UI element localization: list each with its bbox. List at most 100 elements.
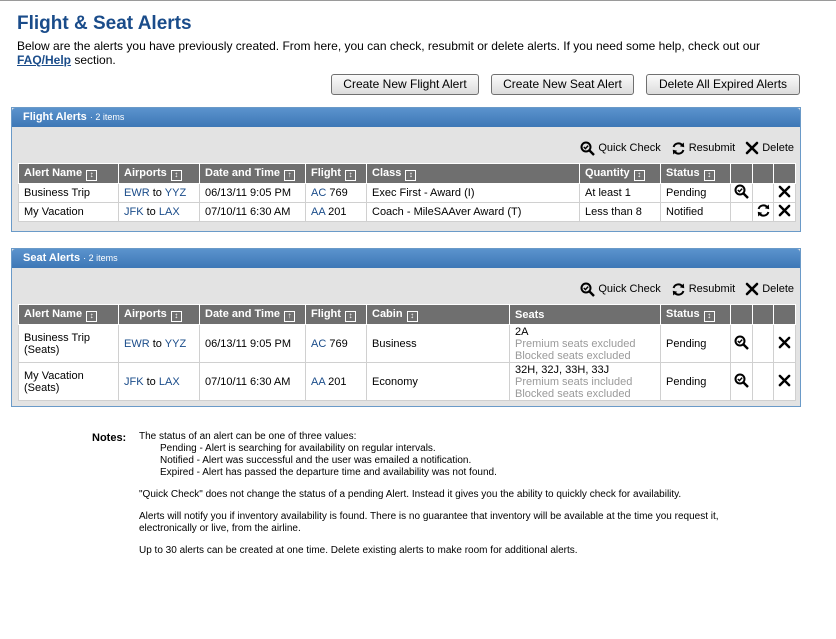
col-alert-name[interactable]: Alert Name ↕ — [18, 304, 119, 325]
seat-table-header: Alert Name ↕ Airports ↕ Date and Time ↑ Fli… — [18, 304, 796, 325]
blocked-note: Blocked seats excluded — [515, 387, 631, 400]
seats: 2A Premium seats excluded Blocked seats ex… — [509, 324, 661, 363]
sort-arrows-icon[interactable]: ↕ — [170, 169, 182, 181]
delete-expired-alerts-button[interactable]: Delete All Expired Alerts — [646, 74, 800, 95]
alert-name: Business Trip — [18, 183, 119, 203]
x-icon[interactable] — [778, 374, 791, 387]
flight-table-header: Alert Name ↕ Airports ↕ Date and Time ↑ Fli… — [18, 163, 796, 184]
alert-name: Business Trip (Seats) — [18, 324, 119, 363]
flight-alerts-header: Flight Alerts · 2 items — [12, 108, 800, 127]
airline-link[interactable]: AA — [311, 376, 325, 388]
sort-arrows-icon[interactable]: ↕ — [170, 310, 182, 322]
col-alert-name[interactable]: Alert Name ↕ — [18, 163, 119, 184]
sort-up-icon[interactable]: ↑ — [284, 310, 295, 322]
origin-link[interactable]: JFK — [124, 376, 144, 388]
col-flight[interactable]: Flight ↕ — [305, 304, 367, 325]
col-resubmit — [752, 163, 774, 184]
legend-delete: Delete — [745, 282, 794, 296]
intro-suffix: section. — [74, 53, 116, 67]
col-quantity[interactable]: Quantity ↕ — [579, 163, 661, 184]
sort-arrows-icon[interactable]: ↕ — [633, 169, 645, 181]
col-class[interactable]: Class ↕ — [366, 163, 580, 184]
col-status[interactable]: Status ↕ — [660, 163, 731, 184]
faq-help-link[interactable]: FAQ/Help — [17, 53, 71, 67]
destination-link[interactable]: LAX — [159, 206, 180, 218]
airline-link[interactable]: AC — [311, 187, 326, 199]
col-status[interactable]: Status ↕ — [660, 304, 731, 325]
top-divider — [0, 0, 836, 1]
col-date-time[interactable]: Date and Time ↑ — [199, 163, 306, 184]
status-explanation: The status of an alert can be one of thr… — [139, 431, 497, 478]
magnifier-check-icon[interactable] — [734, 184, 749, 199]
destination-link[interactable]: YYZ — [165, 338, 186, 350]
table-row: Business Trip (Seats) EWR to YYZ 06/13/11… — [18, 324, 796, 363]
cabin: Business — [366, 324, 510, 363]
col-quick-check — [730, 163, 753, 184]
quick-check-cell — [730, 362, 753, 401]
quick-check-cell — [730, 183, 753, 203]
seat-alerts-title: Seat Alerts — [23, 252, 81, 264]
x-icon[interactable] — [778, 204, 791, 217]
status: Pending — [660, 183, 731, 203]
intro-sentence: Below are the alerts you have previously… — [17, 39, 761, 53]
origin-link[interactable]: JFK — [124, 206, 144, 218]
seat-alerts-panel: Seat Alerts · 2 items Quick Check Resubm… — [11, 248, 801, 407]
sort-arrows-icon[interactable]: ↕ — [344, 310, 356, 322]
circular-arrows-icon[interactable] — [756, 203, 771, 218]
x-icon[interactable] — [778, 336, 791, 349]
delete-cell — [773, 202, 796, 222]
note-notified: Notified - Alert was successful and the … — [160, 455, 472, 466]
legend-delete-label: Delete — [762, 142, 794, 154]
sort-arrows-icon[interactable]: ↕ — [703, 169, 715, 181]
airports: JFK to LAX — [118, 362, 200, 401]
origin-link[interactable]: EWR — [124, 187, 150, 199]
magnifier-check-icon[interactable] — [734, 373, 749, 388]
resubmit-cell — [752, 362, 774, 401]
resubmit-cell — [752, 183, 774, 203]
magnifier-check-icon — [580, 282, 596, 297]
origin-link[interactable]: EWR — [124, 338, 150, 350]
status: Notified — [660, 202, 731, 222]
sort-arrows-icon[interactable]: ↕ — [86, 169, 98, 181]
seat-list: 2A — [515, 325, 529, 338]
flight-alerts-title: Flight Alerts — [23, 111, 87, 123]
col-date-time[interactable]: Date and Time ↑ — [199, 304, 306, 325]
sort-arrows-icon[interactable]: ↕ — [406, 310, 418, 322]
sort-arrows-icon[interactable]: ↕ — [86, 310, 98, 322]
airline-link[interactable]: AA — [311, 206, 325, 218]
create-flight-alert-button[interactable]: Create New Flight Alert — [331, 74, 479, 95]
notes-label: Notes: — [92, 432, 127, 444]
magnifier-check-icon[interactable] — [734, 335, 749, 350]
status: Pending — [660, 362, 731, 401]
sort-arrows-icon[interactable]: ↕ — [703, 310, 715, 322]
airline-link[interactable]: AC — [311, 338, 326, 350]
col-airports[interactable]: Airports ↕ — [118, 163, 200, 184]
x-icon — [745, 141, 759, 155]
table-row: My Vacation (Seats) JFK to LAX 07/10/11 6… — [18, 362, 796, 401]
col-airports[interactable]: Airports ↕ — [118, 304, 200, 325]
class: Coach - MileSAAver Award (T) — [366, 202, 580, 222]
note-quick-check: "Quick Check" does not change the status… — [139, 489, 682, 500]
x-icon[interactable] — [778, 185, 791, 198]
flight-alerts-count: · 2 items — [89, 112, 125, 122]
legend-resubmit-label: Resubmit — [688, 142, 736, 154]
quantity: Less than 8 — [579, 202, 661, 222]
legend-quick-check: Quick Check — [580, 141, 661, 156]
note-inventory: Alerts will notify you if inventory avai… — [139, 511, 719, 534]
col-flight[interactable]: Flight ↕ — [305, 163, 367, 184]
sort-up-icon[interactable]: ↑ — [284, 169, 295, 181]
col-cabin[interactable]: Cabin ↕ — [366, 304, 510, 325]
x-icon — [745, 282, 759, 296]
destination-link[interactable]: LAX — [159, 376, 180, 388]
legend-delete-label: Delete — [762, 283, 794, 295]
legend-resubmit: Resubmit — [671, 282, 735, 297]
resubmit-cell — [752, 202, 774, 222]
col-resubmit — [752, 304, 774, 325]
destination-link[interactable]: YYZ — [165, 187, 186, 199]
create-seat-alert-button[interactable]: Create New Seat Alert — [491, 74, 634, 95]
date-time: 06/13/11 9:05 PM — [199, 183, 306, 203]
seat-alerts-count: · 2 items — [83, 253, 118, 263]
sort-arrows-icon[interactable]: ↕ — [344, 169, 356, 181]
seat-alerts-table: Alert Name ↕ Airports ↕ Date and Time ↑ Fli… — [18, 304, 796, 401]
sort-arrows-icon[interactable]: ↕ — [405, 169, 417, 181]
